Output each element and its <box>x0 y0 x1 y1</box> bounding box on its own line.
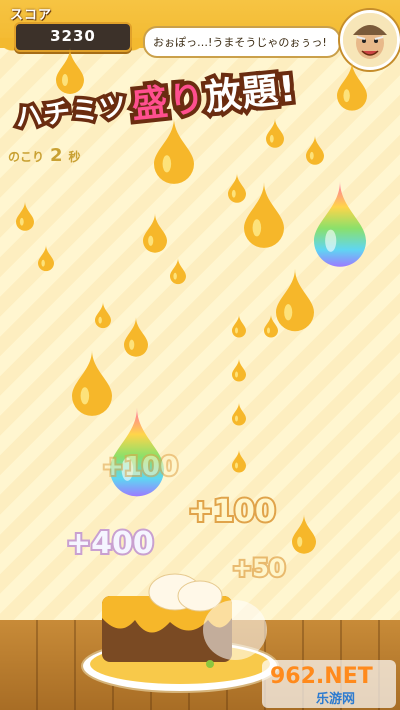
score-popup: +50 <box>230 552 287 584</box>
honey-drop[interactable] <box>232 312 246 340</box>
honey-drop[interactable] <box>170 256 186 286</box>
speech-text: おぉぽっ…!うまそうじゃのぉぅっ! <box>153 36 327 49</box>
rainbow-drop[interactable] <box>314 180 366 268</box>
score-value: 3230 <box>50 27 96 45</box>
site-watermark: 962.NET 乐游网 <box>262 660 396 708</box>
honey-drop[interactable] <box>232 446 246 476</box>
honey-drop[interactable] <box>232 400 246 428</box>
score-label: スコア <box>10 8 53 23</box>
honey-drop[interactable] <box>266 118 284 148</box>
honey-drop[interactable] <box>292 512 316 556</box>
watermark-main: 962.NET <box>270 664 373 689</box>
score-popup: +100 <box>100 450 180 484</box>
timer-unit: 秒 <box>68 150 81 164</box>
honey-drop[interactable] <box>244 180 284 250</box>
speech-bubble: おぉぽっ…!うまそうじゃのぉぅっ! <box>143 26 349 58</box>
honey-drop[interactable] <box>95 300 111 330</box>
honey-drop[interactable] <box>306 134 324 166</box>
game-screen[interactable]: スコア 3230 おぉぽっ…!うまそうじゃのぉぅっ! ハチミツ 盛り放題! のこ… <box>0 0 400 710</box>
timer-value: 2 <box>50 145 63 166</box>
watermark-sub: 乐游网 <box>316 692 356 707</box>
honey-drop[interactable] <box>337 60 367 112</box>
old-man-face-icon <box>343 13 397 67</box>
score-popup: +100 <box>186 492 278 531</box>
honey-drop[interactable] <box>72 346 112 420</box>
honey-drop[interactable] <box>16 200 34 232</box>
banner-word-houdai: 放題! <box>199 64 302 122</box>
honey-drop[interactable] <box>154 112 194 190</box>
honey-drop[interactable] <box>56 48 84 94</box>
honey-drop[interactable] <box>124 312 148 362</box>
timer-prefix: のこり <box>8 150 45 164</box>
honey-drop[interactable] <box>264 312 278 340</box>
honey-drop[interactable] <box>143 212 167 254</box>
time-remaining: のこり 2 秒 <box>8 145 81 166</box>
honey-drop[interactable] <box>276 264 314 336</box>
honey-drop[interactable] <box>232 356 246 384</box>
score-popup: +400 <box>64 524 156 563</box>
honey-drop[interactable] <box>38 244 54 272</box>
